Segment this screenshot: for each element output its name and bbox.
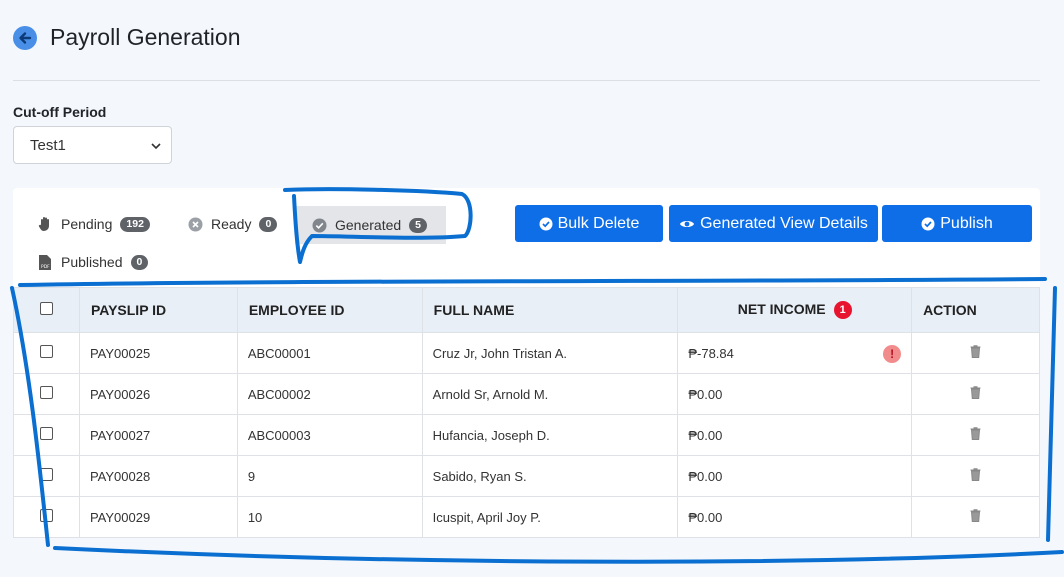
tab-count-badge: 0 — [259, 216, 278, 232]
check-circle-icon — [539, 217, 553, 230]
full-name-cell: Arnold Sr, Arnold M. — [421, 373, 679, 415]
publish-button[interactable]: Publish — [882, 205, 1032, 242]
action-cell — [911, 455, 1040, 497]
table-row[interactable]: PAY00025 ABC00001 Cruz Jr, John Tristan … — [13, 332, 1040, 374]
full-name-cell: Hufancia, Joseph D. — [421, 414, 679, 456]
net-income-cell: ₱0.00 — [677, 455, 913, 497]
row-checkbox[interactable] — [40, 509, 53, 522]
tab-label: Generated — [335, 217, 402, 233]
action-cell — [911, 414, 1040, 456]
row-select-cell — [13, 455, 80, 497]
tab-pending[interactable]: Pending 192 — [37, 216, 150, 232]
x-circle-icon — [187, 216, 203, 232]
net-income-alert-badge: 1 — [833, 301, 852, 320]
payslip-id-cell: PAY00027 — [78, 414, 238, 456]
payslip-id-cell: PAY00026 — [78, 373, 238, 415]
tab-count-badge: 5 — [409, 217, 428, 233]
row-select-cell — [13, 414, 80, 456]
exclamation-circle-icon[interactable]: ! — [883, 345, 902, 363]
row-select-cell — [13, 373, 80, 415]
row-checkbox[interactable] — [40, 468, 53, 481]
col-net-income[interactable]: NET INCOME 1 — [677, 287, 913, 333]
col-full-name[interactable]: FULL NAME — [421, 287, 679, 333]
net-income-value: ₱0.00 — [688, 509, 723, 525]
employee-id-cell: ABC00001 — [236, 332, 423, 374]
full-name-cell: Icuspit, April Joy P. — [421, 496, 679, 538]
header-divider — [13, 80, 1040, 81]
net-income-cell: ₱0.00 — [677, 496, 913, 538]
select-all-cell — [13, 287, 80, 333]
payslip-id-cell: PAY00025 — [78, 332, 238, 374]
tab-label: Published — [61, 254, 123, 270]
employee-id-cell: 9 — [236, 455, 423, 497]
page-header: Payroll Generation — [13, 24, 241, 51]
tab-published[interactable]: PDF Published 0 — [37, 254, 149, 270]
net-income-value: ₱-78.84 — [688, 345, 734, 361]
select-all-checkbox[interactable] — [40, 302, 53, 315]
trash-icon[interactable] — [970, 509, 981, 525]
cutoff-period-select[interactable]: Test1 — [13, 126, 172, 164]
trash-icon[interactable] — [970, 427, 981, 443]
payslip-id-cell: PAY00028 — [78, 455, 238, 497]
payslip-table: PAYSLIP ID EMPLOYEE ID FULL NAME NET INC… — [13, 287, 1040, 538]
action-cell — [911, 332, 1040, 374]
row-select-cell — [13, 496, 80, 538]
net-income-cell: ₱-78.84 ! — [677, 332, 913, 374]
view-details-label: Generated View Details — [700, 214, 868, 232]
net-income-value: ₱0.00 — [688, 386, 723, 402]
cutoff-period-value: Test1 — [30, 136, 66, 154]
tab-label: Ready — [211, 216, 252, 232]
arrow-left-icon — [19, 31, 32, 44]
net-income-cell: ₱0.00 — [677, 414, 913, 456]
tab-ready[interactable]: Ready 0 — [187, 216, 278, 232]
svg-text:PDF: PDF — [41, 264, 50, 270]
employee-id-cell: ABC00003 — [236, 414, 423, 456]
hand-icon — [37, 216, 53, 232]
col-payslip-id[interactable]: PAYSLIP ID — [78, 287, 238, 333]
net-income-label: NET INCOME — [737, 300, 826, 317]
net-income-value: ₱0.00 — [688, 468, 723, 484]
row-checkbox[interactable] — [40, 345, 53, 358]
row-checkbox[interactable] — [40, 427, 53, 440]
eye-icon — [680, 220, 695, 227]
col-employee-id[interactable]: EMPLOYEE ID — [236, 287, 423, 333]
trash-icon[interactable] — [970, 386, 981, 402]
check-circle-icon — [311, 217, 327, 233]
col-action: ACTION — [911, 287, 1040, 333]
pdf-icon: PDF — [37, 254, 53, 270]
full-name-cell: Cruz Jr, John Tristan A. — [421, 332, 679, 374]
page-title: Payroll Generation — [50, 24, 241, 50]
row-select-cell — [13, 332, 80, 374]
cutoff-period-label: Cut-off Period — [13, 104, 107, 120]
tab-count-badge: 0 — [130, 254, 149, 270]
bulk-delete-label: Bulk Delete — [557, 214, 640, 232]
table-row[interactable]: PAY00029 10 Icuspit, April Joy P. ₱0.00 — [13, 496, 1040, 538]
tab-count-badge: 192 — [120, 216, 150, 232]
tab-label: Pending — [61, 216, 113, 232]
action-cell — [911, 373, 1040, 415]
action-cell — [911, 496, 1040, 538]
row-checkbox[interactable] — [40, 386, 53, 399]
table-row[interactable]: PAY00027 ABC00003 Hufancia, Joseph D. ₱0… — [13, 414, 1040, 456]
trash-icon[interactable] — [970, 345, 981, 361]
table-header-row: PAYSLIP ID EMPLOYEE ID FULL NAME NET INC… — [13, 287, 1040, 333]
bulk-delete-button[interactable]: Bulk Delete — [515, 205, 663, 242]
generated-view-details-button[interactable]: Generated View Details — [669, 205, 878, 242]
table-row[interactable]: PAY00026 ABC00002 Arnold Sr, Arnold M. ₱… — [13, 373, 1040, 415]
tab-generated[interactable]: Generated 5 — [295, 206, 446, 244]
employee-id-cell: ABC00002 — [236, 373, 423, 415]
payroll-card: Pending 192 Ready 0 Generated 5 PDF Publ… — [13, 188, 1040, 538]
trash-icon[interactable] — [970, 468, 981, 484]
employee-id-cell: 10 — [236, 496, 423, 538]
net-income-value: ₱0.00 — [688, 427, 723, 443]
table-row[interactable]: PAY00028 9 Sabido, Ryan S. ₱0.00 — [13, 455, 1040, 497]
payslip-id-cell: PAY00029 — [78, 496, 238, 538]
publish-label: Publish — [940, 214, 993, 232]
net-income-cell: ₱0.00 — [677, 373, 913, 415]
check-circle-icon — [921, 217, 935, 230]
back-button[interactable] — [13, 25, 37, 50]
chevron-down-icon — [151, 143, 161, 150]
full-name-cell: Sabido, Ryan S. — [421, 455, 679, 497]
